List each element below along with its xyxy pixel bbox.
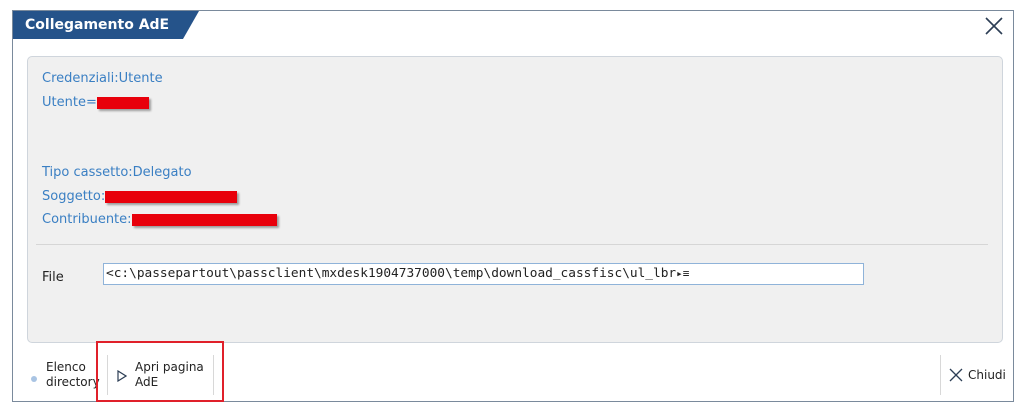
elenco-line2: directory [46, 375, 100, 389]
list-menu-icon[interactable]: ≡ [683, 267, 690, 280]
scroll-right-icon[interactable]: ▸ [676, 267, 683, 280]
info-panel: Credenziali:Utente Utente= Tipo cassetto… [27, 56, 1003, 343]
user-line: Utente= [42, 95, 149, 110]
close-icon[interactable] [981, 13, 1007, 39]
close-icon [949, 368, 963, 385]
highlight-box [96, 341, 224, 402]
soggetto-label: Soggetto: [42, 189, 106, 204]
file-path-field[interactable]: <c:\passepartout\passclient\mxdesk190473… [103, 263, 864, 285]
bullet-icon [31, 376, 37, 382]
user-label: Utente= [42, 95, 97, 110]
footer-separator [940, 355, 941, 395]
chiudi-label: Chiudi [968, 368, 1006, 382]
elenco-directory-button[interactable]: Elenco directory [31, 353, 100, 397]
redacted-soggetto [105, 190, 238, 203]
file-path-value: <c:\passepartout\passclient\mxdesk190473… [106, 266, 677, 281]
soggetto-line: Soggetto: [42, 189, 238, 204]
title-tab-wedge [183, 11, 200, 39]
redacted-user [96, 96, 149, 109]
title-tab: Collegamento AdE [13, 11, 200, 39]
dialog-window: Collegamento AdE Credenziali:Utente Uten… [12, 10, 1014, 402]
tipo-cassetto-label: Tipo cassetto:Delegato [42, 165, 192, 180]
contribuente-line: Contribuente: [42, 212, 277, 227]
dialog-title: Collegamento AdE [13, 11, 184, 39]
credentials-label: Credenziali:Utente [42, 71, 163, 86]
file-label: File [42, 270, 64, 285]
contribuente-label: Contribuente: [42, 212, 132, 227]
elenco-line1: Elenco [46, 360, 86, 374]
chiudi-button[interactable]: Chiudi [949, 353, 1006, 397]
panel-divider [36, 244, 988, 245]
redacted-contribuente [131, 213, 277, 226]
